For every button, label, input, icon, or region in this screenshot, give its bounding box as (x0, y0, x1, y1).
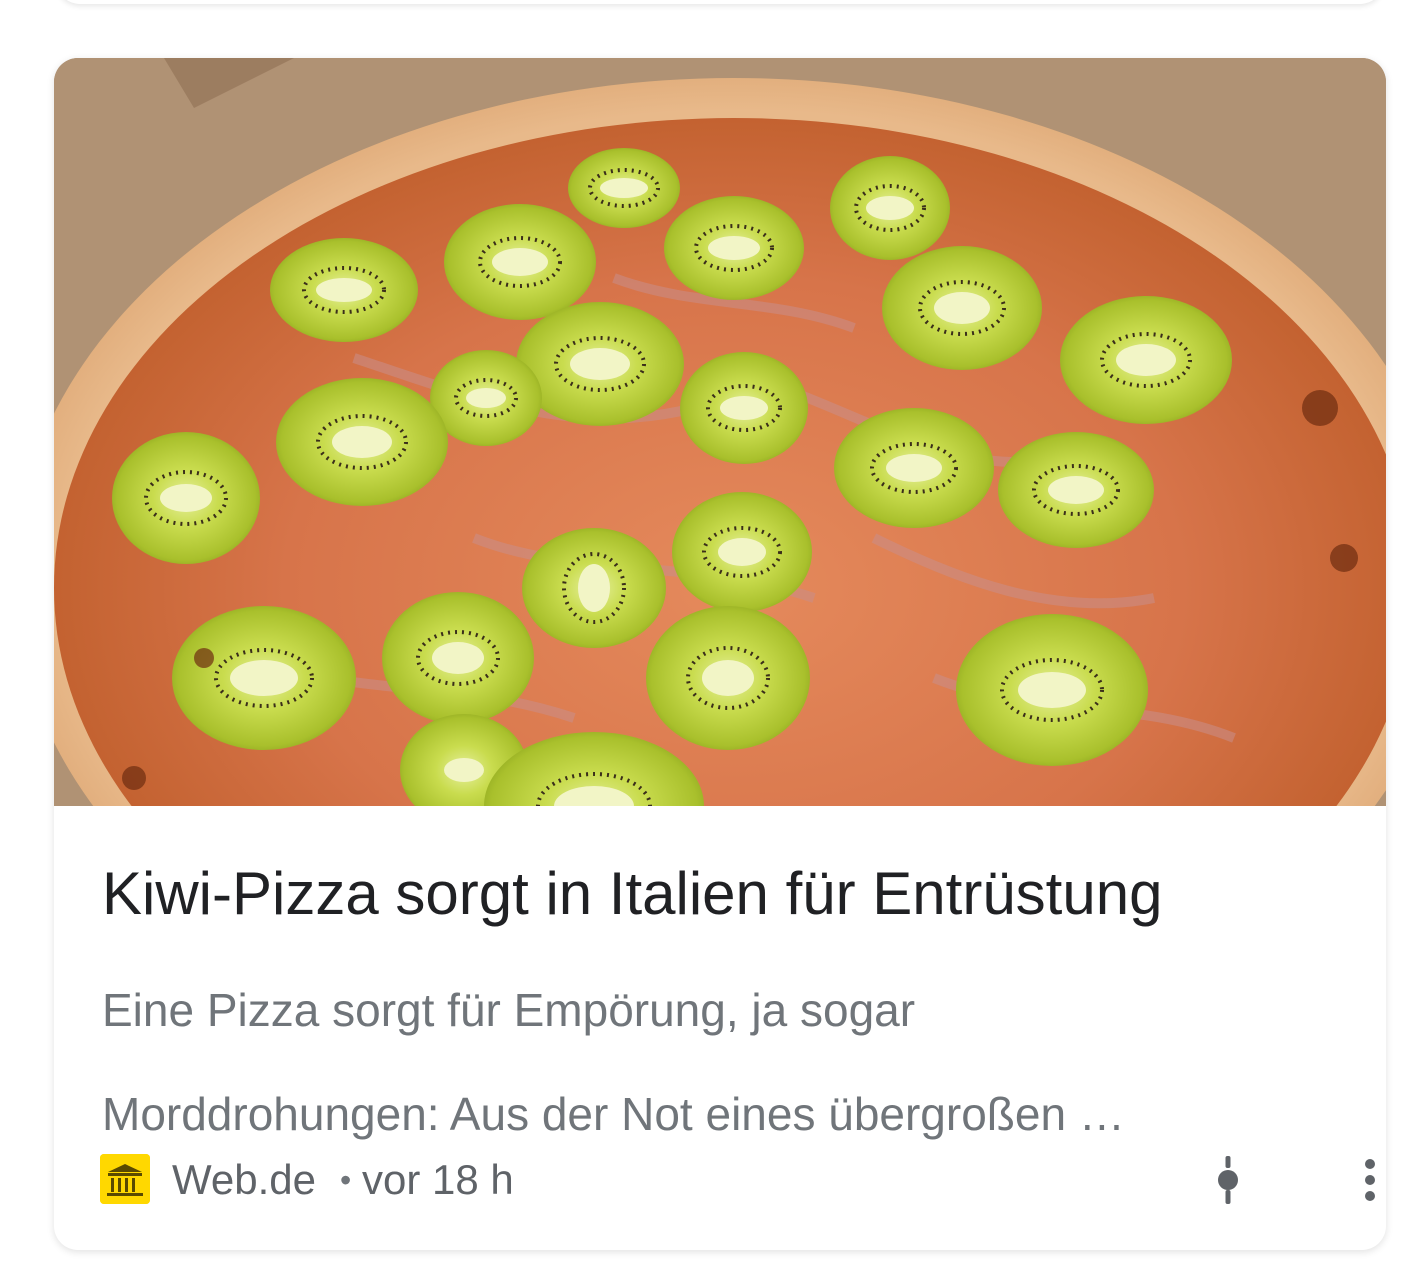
article-snippet: Eine Pizza sorgt für Empörung, ja sogar … (102, 958, 1342, 1166)
separator-dot: • (340, 1162, 352, 1198)
source-name[interactable]: Web.de (172, 1152, 316, 1208)
news-card[interactable]: Kiwi-Pizza sorgt in Italien für Entrüstu… (54, 58, 1386, 1250)
snippet-line-1: Eine Pizza sorgt für Empörung, ja sogar (102, 984, 916, 1036)
article-headline[interactable]: Kiwi-Pizza sorgt in Italien für Entrüstu… (102, 858, 1362, 930)
article-image[interactable] (54, 58, 1386, 806)
more-vert-icon[interactable] (1344, 1152, 1386, 1208)
bank-building-icon (100, 1154, 150, 1204)
published-time: vor 18 h (362, 1156, 514, 1203)
article-footer: Web.de • vor 18 h (100, 1152, 1375, 1208)
snippet-line-2: Morddrohungen: Aus der Not eines übergro… (102, 1088, 1125, 1140)
previous-card-edge (56, 0, 1384, 4)
pin-icon[interactable] (1202, 1152, 1254, 1208)
pizza-photo (54, 58, 1386, 806)
